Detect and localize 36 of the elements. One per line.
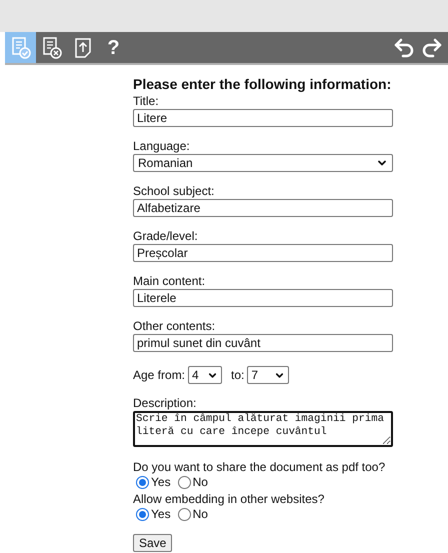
text-field[interactable]: Alfabetizare: [133, 199, 393, 217]
radio-button[interactable]: [178, 508, 191, 520]
language-select[interactable]: Romanian: [133, 154, 393, 172]
age-from-select[interactable]: 4: [188, 366, 222, 384]
upload-document-icon: [74, 38, 92, 58]
question-text: Allow embedding in other websites?: [133, 492, 326, 506]
radio-label: Yes: [151, 474, 171, 491]
field-label: Main content:: [133, 275, 206, 288]
age-to-label: to:: [231, 367, 244, 384]
radio-label: No: [192, 506, 208, 523]
field-label: Title:: [133, 95, 160, 108]
redo-button[interactable]: [420, 36, 444, 60]
radio-button[interactable]: [136, 476, 149, 488]
clipboard-check-icon: [10, 36, 30, 58]
field-label: Description:: [133, 397, 198, 410]
clipboard-x-icon: [42, 36, 62, 58]
form-heading: Please enter the following information:: [133, 75, 392, 93]
text-field[interactable]: primul sunet din cuvânt: [133, 334, 393, 352]
text-field[interactable]: Literele: [133, 289, 393, 307]
question-text: Do you want to share the document as pdf too?: [133, 460, 386, 474]
description-field[interactable]: Scrie în câmpul alăturat imaginii prima literă cu care începe cuvântul: [133, 411, 393, 447]
undo-button[interactable]: [392, 36, 416, 60]
text-field[interactable]: Preșcolar: [133, 244, 393, 262]
age-to-select[interactable]: 7: [247, 366, 290, 384]
save-button[interactable]: Save: [133, 534, 172, 552]
radio-button[interactable]: [178, 476, 191, 488]
field-label: School subject:: [133, 185, 216, 198]
field-label: Other contents:: [133, 320, 216, 333]
radio-button[interactable]: [136, 508, 149, 520]
radio-label: No: [192, 474, 208, 491]
text-field[interactable]: Litere: [133, 109, 393, 127]
age-from-label: Age from:: [133, 367, 186, 384]
radio-label: Yes: [151, 506, 171, 523]
help-button[interactable]: ?: [98, 32, 129, 63]
field-label: Language:: [133, 140, 191, 153]
field-label: Grade/level:: [133, 230, 199, 243]
